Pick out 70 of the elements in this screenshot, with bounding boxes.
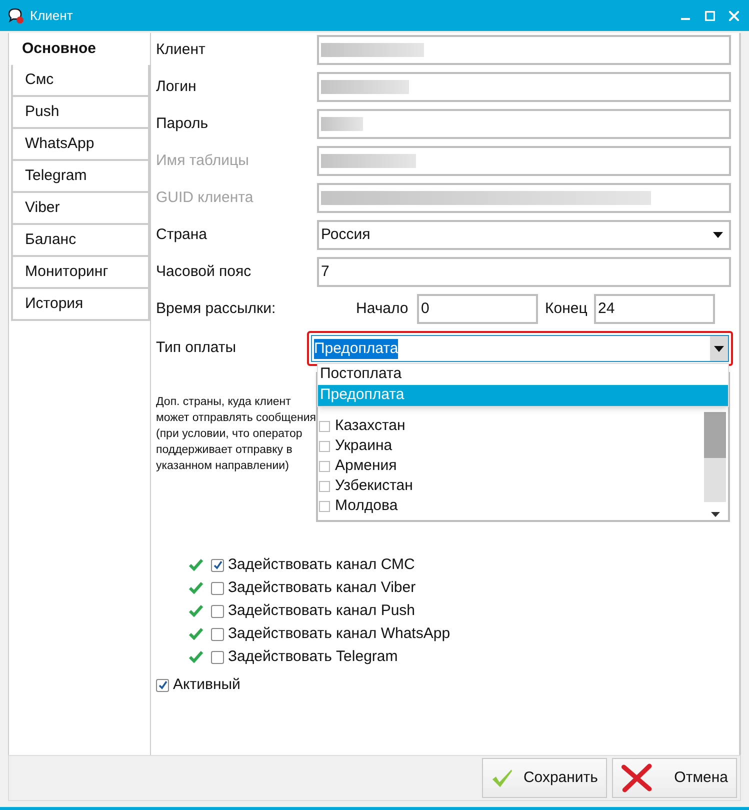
input-field[interactable]: 7 — [317, 257, 731, 287]
country-name: Узбекистан — [335, 476, 413, 496]
input-field[interactable] — [317, 35, 731, 65]
field-label: Имя таблицы — [156, 150, 250, 171]
tab[interactable]: Баланс — [11, 225, 150, 257]
tab[interactable]: Мониторинг — [11, 257, 150, 289]
field-label: GUID клиента — [156, 188, 254, 208]
window-title: Клиент — [30, 6, 73, 25]
caret-icon — [713, 232, 723, 238]
description-text: Доп. страны, куда клиент может отправлять сообщения (при условии, что оператор поддерживает отправку в указанном направлении) — [156, 395, 316, 474]
field-label: Начало — [356, 298, 410, 319]
checkbox[interactable] — [319, 440, 330, 452]
tab[interactable]: WhatsApp — [11, 129, 150, 161]
field-label: Тип оплаты — [156, 338, 238, 358]
checkbox-label: Задействовать канал WhatsApp — [228, 624, 450, 644]
checkbox[interactable] — [319, 420, 330, 432]
field-label: Конец — [544, 298, 588, 319]
checkbox[interactable] — [319, 480, 330, 492]
field-label: Страна — [156, 224, 208, 245]
cross-icon — [621, 763, 652, 794]
input-field[interactable] — [317, 183, 731, 213]
scroll-down-icon[interactable] — [710, 512, 720, 517]
selected-value: Предоплата — [314, 338, 398, 358]
chat-bubble-icon — [8, 8, 24, 24]
checkmark-icon — [189, 605, 203, 617]
checkbox[interactable] — [156, 678, 169, 692]
blurred-text — [321, 117, 363, 131]
field-label: Часовой пояс — [156, 262, 252, 282]
tab[interactable]: Telegram — [11, 161, 150, 193]
country-name: Казахстан — [335, 416, 406, 436]
checkbox-label: Задействовать канал СМС — [228, 554, 415, 575]
checkmark-icon — [189, 628, 203, 640]
cancel-button[interactable]: Отмена — [612, 758, 737, 798]
checkbox[interactable] — [211, 582, 224, 594]
tab[interactable]: Push — [11, 97, 150, 129]
menu-option[interactable]: Постоплата — [318, 364, 728, 385]
tab[interactable]: Смс — [11, 65, 150, 97]
field-label: Клиент — [156, 40, 206, 60]
field-label: Время рассылки: — [156, 298, 277, 319]
checkmark-icon — [189, 582, 203, 594]
tab[interactable]: История — [11, 289, 150, 321]
field-label: Логин — [156, 76, 198, 97]
checkbox-label: Задействовать канал Push — [228, 600, 416, 621]
dropdown[interactable]: Россия — [317, 220, 731, 250]
country-name: Украина — [335, 436, 392, 456]
country-name: Молдова — [335, 496, 398, 516]
maximize-icon[interactable] — [705, 10, 715, 20]
input-field[interactable]: 24 — [594, 294, 715, 324]
checkbox[interactable] — [211, 558, 224, 572]
input-field[interactable] — [317, 72, 731, 102]
save-button[interactable]: Сохранить — [482, 758, 607, 798]
close-icon[interactable] — [729, 10, 739, 20]
checkbox[interactable] — [211, 650, 224, 664]
checkbox-label: Задействовать Telegram — [228, 646, 398, 667]
input-field[interactable] — [317, 146, 731, 176]
caret-icon — [714, 346, 724, 352]
input-field[interactable]: 0 — [417, 294, 538, 324]
checkbox[interactable] — [319, 460, 330, 472]
checkmark-icon — [189, 651, 203, 663]
checkbox[interactable] — [319, 500, 330, 512]
country-name: Армения — [335, 456, 397, 476]
tab[interactable]: Viber — [11, 193, 150, 225]
checkbox-label: Задействовать канал Viber — [228, 578, 416, 598]
checkmark-icon — [189, 559, 203, 571]
checkbox[interactable] — [211, 604, 224, 618]
scrollbar-thumb[interactable] — [704, 412, 726, 458]
field-label: Пароль — [156, 114, 210, 134]
checkbox[interactable] — [211, 628, 224, 640]
input-field[interactable] — [317, 109, 731, 139]
checkbox-label: Активный — [173, 674, 240, 695]
